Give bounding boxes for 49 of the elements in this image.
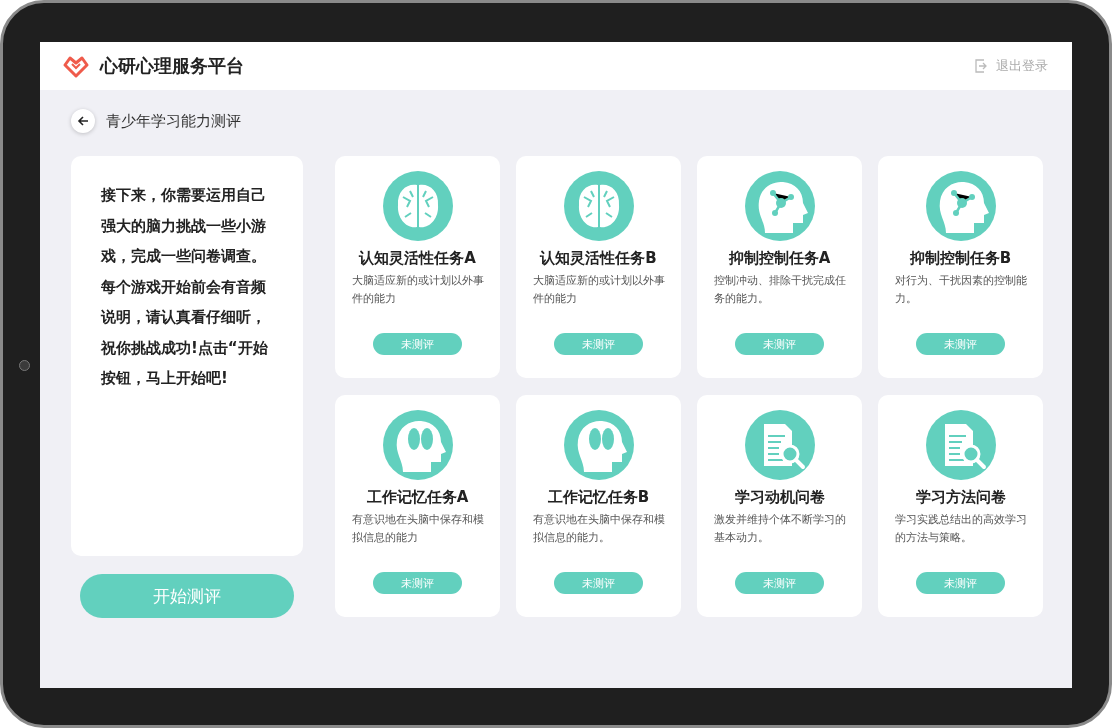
task-description: 大脑适应新的或计划以外事件的能力 xyxy=(351,273,484,307)
task-description: 对行为、干扰因素的控制能力。 xyxy=(894,273,1027,307)
task-card[interactable]: 工作记忆任务B 有意识地在头脑中保存和模拟信息的能力。 未测评 xyxy=(516,395,681,617)
status-button[interactable]: 未测评 xyxy=(916,333,1005,355)
start-button[interactable]: 开始测评 xyxy=(80,574,294,618)
task-title: 工作记忆任务A xyxy=(366,488,469,507)
back-button[interactable] xyxy=(71,109,95,133)
task-description: 有意识地在头脑中保存和模拟信息的能力 xyxy=(351,512,484,546)
brand-title: 心研心理服务平台 xyxy=(100,54,244,78)
head-brain-icon xyxy=(382,410,453,480)
task-title: 认知灵活性任务A xyxy=(359,249,476,268)
back-arrow-icon xyxy=(77,115,89,127)
task-description: 学习实践总结出的高效学习的方法与策略。 xyxy=(894,512,1027,546)
task-title: 抑制控制任务B xyxy=(909,249,1012,268)
task-card[interactable]: 工作记忆任务A 有意识地在头脑中保存和模拟信息的能力 未测评 xyxy=(335,395,500,617)
status-button[interactable]: 未测评 xyxy=(373,572,462,594)
head-network-icon xyxy=(744,171,815,241)
status-button[interactable]: 未测评 xyxy=(735,333,824,355)
task-title: 工作记忆任务B xyxy=(547,488,650,507)
task-title: 学习方法问卷 xyxy=(915,488,1006,507)
brain-icon xyxy=(563,171,634,241)
intro-text: 接下来，你需要运用自己强大的脑力挑战一些小游戏，完成一些问卷调查。每个游戏开始前会有音频说明，请认真看仔细听，祝你挑战成功!点击“开始按钮，马上开始吧! xyxy=(101,185,269,389)
status-button[interactable]: 未测评 xyxy=(554,572,643,594)
document-search-icon xyxy=(925,410,996,480)
status-button[interactable]: 未测评 xyxy=(916,572,1005,594)
status-button[interactable]: 未测评 xyxy=(735,572,824,594)
task-card[interactable]: 学习动机问卷 激发并维持个体不断学习的基本动力。 未测评 xyxy=(697,395,862,617)
task-description: 有意识地在头脑中保存和模拟信息的能力。 xyxy=(532,512,665,546)
task-title: 学习动机问卷 xyxy=(734,488,825,507)
task-card[interactable]: 认知灵活性任务B 大脑适应新的或计划以外事件的能力 未测评 xyxy=(516,156,681,378)
logout-link[interactable]: 退出登录 xyxy=(974,57,1048,75)
head-network-icon xyxy=(925,171,996,241)
task-card[interactable]: 抑制控制任务B 对行为、干扰因素的控制能力。 未测评 xyxy=(878,156,1043,378)
task-card[interactable]: 学习方法问卷 学习实践总结出的高效学习的方法与策略。 未测评 xyxy=(878,395,1043,617)
camera-icon xyxy=(19,360,30,371)
task-title: 认知灵活性任务B xyxy=(540,249,657,268)
task-card[interactable]: 抑制控制任务A 控制冲动、排除干扰完成任务的能力。 未测评 xyxy=(697,156,862,378)
status-button[interactable]: 未测评 xyxy=(373,333,462,355)
brain-icon xyxy=(382,171,453,241)
task-description: 控制冲动、排除干扰完成任务的能力。 xyxy=(713,273,846,307)
task-card[interactable]: 认知灵活性任务A 大脑适应新的或计划以外事件的能力 未测评 xyxy=(335,156,500,378)
task-description: 大脑适应新的或计划以外事件的能力 xyxy=(532,273,665,307)
status-button[interactable]: 未测评 xyxy=(554,333,643,355)
document-search-icon xyxy=(744,410,815,480)
logo-icon xyxy=(62,54,90,78)
task-description: 激发并维持个体不断学习的基本动力。 xyxy=(713,512,846,546)
page-title: 青少年学习能力测评 xyxy=(106,111,241,131)
head-brain-icon xyxy=(563,410,634,480)
task-title: 抑制控制任务A xyxy=(728,249,831,268)
